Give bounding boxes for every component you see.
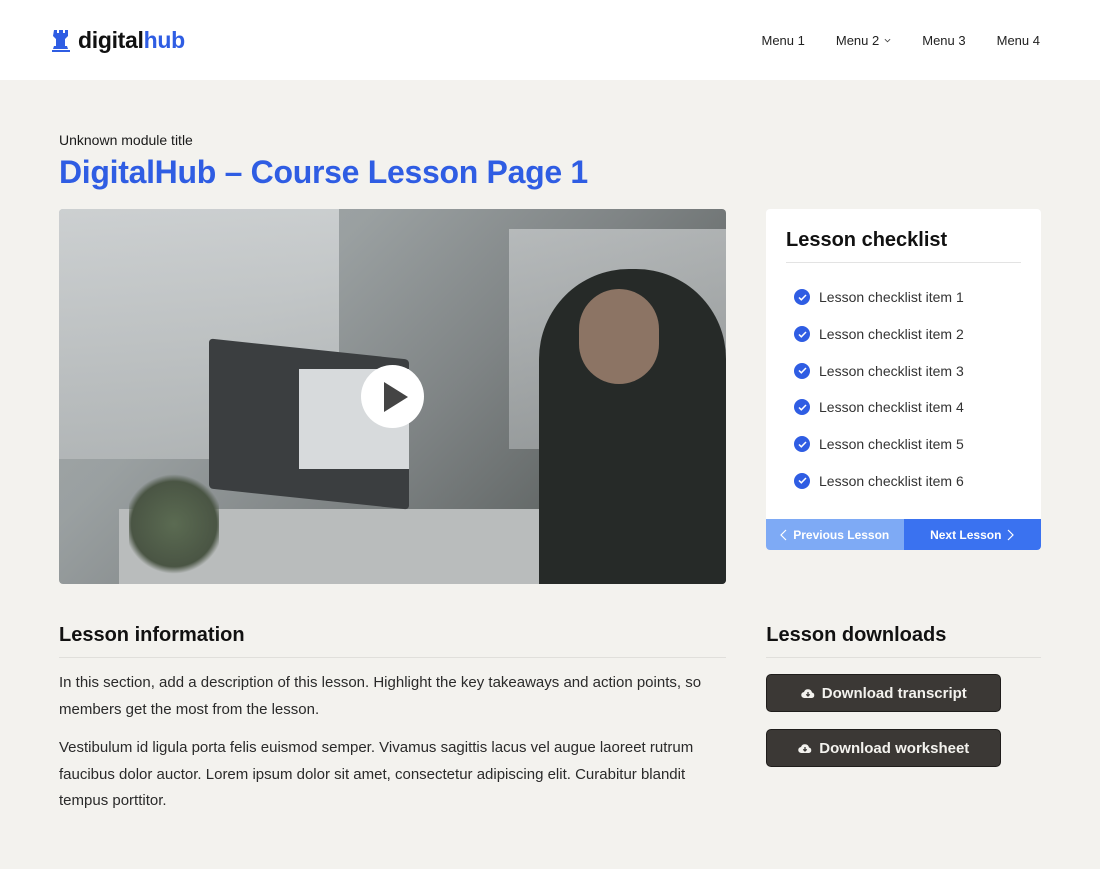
check-circle-icon [794, 436, 810, 453]
main-content: Unknown module title DigitalHub – Course… [0, 132, 1100, 815]
nav-menu-2[interactable]: Menu 2 [836, 33, 891, 48]
previous-lesson-button[interactable]: Previous Lesson [766, 519, 904, 551]
page-title: DigitalHub – Course Lesson Page 1 [59, 154, 588, 190]
lesson-body-text: Vestibulum id ligula porta felis euismod… [59, 739, 694, 809]
checklist-title: Lesson checklist [786, 229, 1021, 263]
checklist-item[interactable]: Lesson checklist item 1 [794, 279, 1021, 316]
nav-menu-1[interactable]: Menu 1 [762, 33, 805, 48]
video-player[interactable] [59, 209, 726, 584]
checklist-item[interactable]: Lesson checklist item 2 [794, 316, 1021, 353]
download-worksheet-button[interactable]: Download worksheet [766, 729, 1002, 767]
nav-menu-4[interactable]: Menu 4 [997, 33, 1040, 48]
checklist-item[interactable]: Lesson checklist item 3 [794, 352, 1021, 389]
check-circle-icon [794, 362, 810, 379]
lesson-checklist: Lesson checklist Lesson checklist item 1… [766, 209, 1041, 551]
chevron-right-icon [1007, 529, 1015, 541]
checklist-list: Lesson checklist item 1 Lesson checklist… [766, 263, 1041, 519]
nav-menu-3[interactable]: Menu 3 [922, 33, 965, 48]
lesson-downloads-title: Lesson downloads [766, 624, 1041, 658]
main-nav: Menu 1 Menu 2 Menu 3 Menu 4 [762, 33, 1041, 48]
check-circle-icon [794, 472, 810, 489]
check-circle-icon [794, 399, 810, 416]
lesson-information: Lesson information In this section, add … [59, 624, 727, 815]
lesson-information-title: Lesson information [59, 624, 727, 658]
cloud-download-icon [801, 689, 815, 699]
module-title: Unknown module title [59, 132, 193, 148]
lesson-navigation: Previous Lesson Next Lesson [766, 519, 1041, 551]
check-circle-icon [794, 289, 810, 306]
site-header: digitalhub Menu 1 Menu 2 Menu 3 Menu 4 [0, 0, 1100, 80]
checklist-item[interactable]: Lesson checklist item 5 [794, 426, 1021, 463]
checklist-item[interactable]: Lesson checklist item 6 [794, 462, 1021, 499]
chevron-left-icon [780, 529, 787, 541]
download-transcript-button[interactable]: Download transcript [766, 674, 1002, 712]
logo-text: digitalhub [78, 26, 185, 53]
lesson-description: In this section, add a description of th… [59, 674, 702, 718]
play-button[interactable] [361, 365, 424, 428]
chevron-down-icon [884, 38, 891, 42]
play-icon [383, 381, 408, 412]
lesson-downloads: Lesson downloads Download transcript Dow… [766, 624, 1041, 815]
tower-icon [52, 30, 70, 52]
next-lesson-button[interactable]: Next Lesson [903, 519, 1041, 551]
check-circle-icon [794, 326, 810, 343]
cloud-download-icon [798, 744, 812, 754]
checklist-item[interactable]: Lesson checklist item 4 [794, 389, 1021, 426]
logo[interactable]: digitalhub [52, 27, 185, 54]
